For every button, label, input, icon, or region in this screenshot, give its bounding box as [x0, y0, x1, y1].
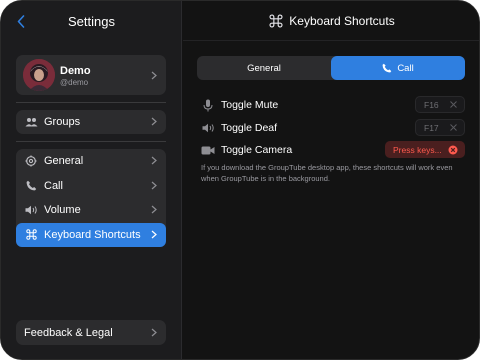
main-panel: Keyboard Shortcuts General Call Toggle M…	[183, 1, 479, 359]
camera-icon	[201, 146, 215, 155]
microphone-icon	[201, 99, 215, 112]
profile-card[interactable]: Demo @demo	[16, 55, 166, 95]
divider	[16, 102, 166, 103]
sidebar-header: Settings	[1, 1, 182, 41]
sidebar: Settings Demo @demo Groups General Call …	[1, 1, 182, 359]
sidebar-item-label: Call	[44, 179, 63, 192]
settings-menu: General Call Volume Keyboard Shortcuts	[16, 149, 166, 247]
tab-general[interactable]: General	[197, 56, 331, 80]
shortcut-label: Toggle Deaf	[221, 122, 278, 134]
sidebar-item-general[interactable]: General	[16, 149, 166, 174]
sidebar-item-keyboard-shortcuts[interactable]: Keyboard Shortcuts	[16, 222, 166, 247]
shortcut-row-toggle-deaf: Toggle Deaf F17	[201, 119, 465, 137]
sidebar-item-label: Volume	[44, 204, 81, 217]
shortcuts-help-text: If you download the GroupTube desktop ap…	[201, 163, 453, 183]
shortcut-key-value: Press keys...	[393, 144, 442, 155]
speaker-icon	[24, 203, 38, 217]
sidebar-item-label: Groups	[44, 116, 81, 129]
avatar	[23, 59, 55, 91]
people-icon	[24, 115, 38, 129]
clear-icon[interactable]	[449, 123, 458, 132]
tab-label: General	[247, 62, 281, 74]
chevron-right-icon	[151, 117, 157, 126]
sidebar-item-label: General	[44, 155, 84, 168]
footer-card: Feedback & Legal	[16, 320, 166, 345]
sidebar-item-label: Keyboard Shortcuts	[44, 228, 141, 241]
phone-icon	[382, 63, 392, 73]
groups-card: Groups	[16, 110, 166, 134]
profile-name: Demo	[60, 65, 91, 77]
chevron-right-icon	[151, 181, 157, 189]
phone-icon	[24, 179, 38, 193]
command-icon	[24, 228, 38, 242]
sidebar-title: Settings	[68, 14, 115, 29]
sidebar-item-volume[interactable]: Volume	[16, 198, 166, 223]
shortcut-key-field[interactable]: F17	[415, 119, 465, 136]
sidebar-item-feedback-legal[interactable]: Feedback & Legal	[16, 320, 166, 345]
shortcut-key-field[interactable]: F16	[415, 96, 465, 113]
sidebar-item-call[interactable]: Call	[16, 174, 166, 199]
profile-handle: @demo	[60, 78, 89, 87]
command-icon	[269, 13, 283, 28]
speaker-icon	[201, 123, 215, 133]
clear-icon[interactable]	[449, 100, 458, 109]
shortcut-row-toggle-camera: Toggle Camera Press keys...	[201, 141, 465, 159]
shortcut-label: Toggle Camera	[221, 144, 293, 156]
tab-label: Call	[397, 62, 414, 74]
sidebar-item-label: Feedback & Legal	[24, 326, 113, 339]
shortcut-label: Toggle Mute	[221, 99, 279, 111]
chevron-right-icon	[151, 156, 157, 165]
shortcut-row-toggle-mute: Toggle Mute F16	[201, 96, 465, 114]
chevron-right-icon	[151, 205, 157, 214]
page-title: Keyboard Shortcuts	[289, 13, 395, 28]
shortcut-category-tabs: General Call	[197, 56, 465, 80]
shortcut-key-field-recording[interactable]: Press keys...	[385, 141, 465, 158]
shortcut-key-value: F17	[424, 122, 439, 133]
tab-call[interactable]: Call	[331, 56, 465, 80]
gear-icon	[24, 154, 38, 168]
chevron-right-icon	[151, 71, 157, 80]
chevron-right-icon	[151, 230, 157, 238]
shortcut-key-value: F16	[424, 99, 439, 110]
main-header: Keyboard Shortcuts	[183, 1, 479, 41]
app-window: Settings Demo @demo Groups General Call …	[0, 0, 480, 360]
chevron-right-icon	[151, 328, 157, 337]
divider	[16, 141, 166, 142]
cancel-recording-icon[interactable]	[448, 145, 458, 155]
sidebar-item-groups[interactable]: Groups	[16, 110, 166, 135]
